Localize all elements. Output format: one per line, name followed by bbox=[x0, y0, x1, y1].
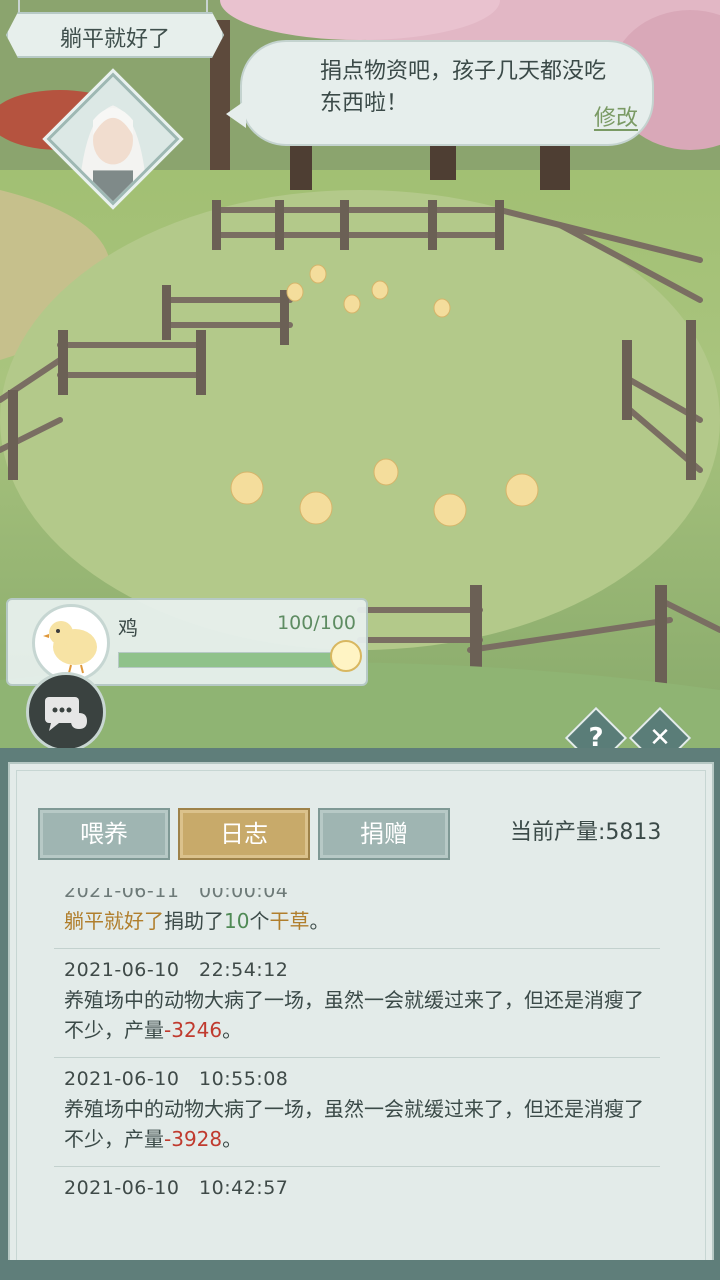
log-message: 养殖场中的动物大病了一场，虽然一会就缓过来了，但还是消瘦了不少，产量-3928。 bbox=[64, 1094, 650, 1154]
log-message-part: 。 bbox=[222, 1127, 243, 1151]
player-avatar[interactable] bbox=[46, 72, 180, 206]
tab-donate[interactable]: 捐赠 bbox=[318, 808, 450, 860]
log-message-part: 养殖场中的动物大病了一场，虽然一会就缓过来了，但还是消瘦了不少，产量 bbox=[64, 1097, 644, 1151]
log-entry: 2021-06-10 10:42:57 bbox=[54, 1167, 660, 1208]
speech-text: 捐点物资吧，孩子几天都没吃东西啦！ bbox=[320, 59, 607, 116]
log-message-part: -3246 bbox=[164, 1018, 223, 1042]
log-timestamp: 2021-06-10 22:54:12 bbox=[64, 959, 289, 981]
chick-portrait bbox=[32, 604, 110, 682]
log-timestamp: 2021-06-10 10:55:08 bbox=[64, 1068, 289, 1090]
log-timestamp: 2021-06-11 00:00:04 bbox=[64, 888, 289, 902]
farm-panel: 喂养 日志 捐赠 当前产量:5813 2021-06-11 00:00:04 躺平… bbox=[0, 748, 720, 1280]
tab-feed[interactable]: 喂养 bbox=[38, 808, 170, 860]
animal-count: 100/100 bbox=[277, 612, 356, 634]
log-message-part: 捐助了 bbox=[164, 909, 224, 933]
speech-bubble: 捐点物资吧，孩子几天都没吃东西啦！ 修改 bbox=[226, 40, 654, 146]
log-entry: 2021-06-10 22:54:12 养殖场中的动物大病了一场，虽然一会就缓过来… bbox=[54, 949, 660, 1058]
animal-progress-fill bbox=[119, 653, 345, 667]
feed-icon[interactable] bbox=[330, 640, 362, 672]
log-list[interactable]: 2021-06-11 00:00:04 躺平就好了捐助了10个干草。 2021-06… bbox=[54, 888, 660, 1208]
chat-button[interactable] bbox=[26, 672, 106, 752]
log-message-part: 养殖场中的动物大病了一场，虽然一会就缓过来了，但还是消瘦了不少，产量 bbox=[64, 988, 644, 1042]
log-entry: 2021-06-10 10:55:08 养殖场中的动物大病了一场，虽然一会就缓过来… bbox=[54, 1058, 660, 1167]
log-message: 养殖场中的动物大病了一场，虽然一会就缓过来了，但还是消瘦了不少，产量-3246。 bbox=[64, 985, 650, 1045]
current-output: 当前产量:5813 bbox=[510, 820, 662, 845]
log-message: 躺平就好了捐助了10个干草。 bbox=[64, 906, 650, 936]
animal-progress-bar bbox=[118, 652, 346, 668]
log-timestamp: 2021-06-10 10:42:57 bbox=[64, 1177, 289, 1199]
log-message-part: -3928 bbox=[164, 1127, 223, 1151]
log-message-part: 干草 bbox=[269, 909, 310, 933]
chat-bubble-icon bbox=[45, 697, 87, 731]
animal-name: 鸡 bbox=[118, 616, 138, 640]
log-message-part: 躺平就好了 bbox=[64, 909, 164, 933]
player-name: 躺平就好了 bbox=[59, 27, 170, 52]
player-name-banner: 躺平就好了 bbox=[6, 12, 224, 58]
log-message-part: 。 bbox=[222, 1018, 243, 1042]
log-message-part: 个 bbox=[249, 909, 270, 933]
log-entry: 2021-06-11 00:00:04 躺平就好了捐助了10个干草。 bbox=[54, 888, 660, 949]
log-message-part: 10 bbox=[224, 909, 250, 933]
log-message-part: 。 bbox=[309, 909, 330, 933]
tab-log[interactable]: 日志 bbox=[178, 808, 310, 860]
edit-speech-link[interactable]: 修改 bbox=[594, 100, 638, 132]
